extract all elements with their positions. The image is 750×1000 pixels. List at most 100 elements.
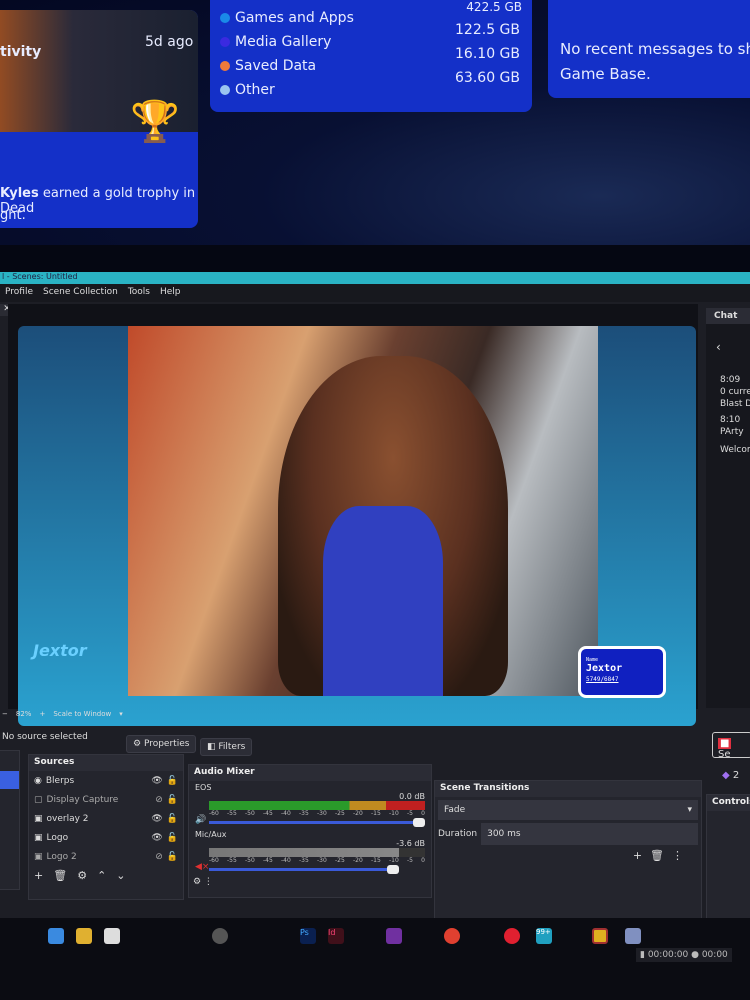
meter-tick-label: -45	[263, 857, 273, 864]
meter-tick-label: -15	[371, 857, 381, 864]
scenes-dock	[0, 750, 20, 890]
gear-icon[interactable]: ⚙	[77, 869, 87, 882]
meter-tick-label: -5	[407, 810, 413, 817]
meter-tick-label: 0	[421, 857, 425, 864]
viewer-count: ◆ 2	[722, 770, 740, 781]
source-item[interactable]: ◉ Blerps 👁 🔓	[29, 771, 183, 790]
chrome-icon[interactable]	[444, 928, 460, 944]
jextor-logo: Jextor	[33, 641, 87, 660]
menu-help[interactable]: Help	[160, 287, 181, 299]
storage-item: Saved Data	[220, 54, 354, 78]
meter-tick-label: 0	[421, 810, 425, 817]
stream-canvas: Jextor Name Jextor 5749/6847	[18, 326, 696, 726]
audio-mixer-dock: Audio Mixer EOS 0.0 dB -60 -55 -50 -45 -40 -3…	[188, 764, 432, 898]
storage-item: Other	[220, 78, 354, 102]
scene-item-selected[interactable]	[0, 771, 19, 789]
meter-tick-label: -50	[245, 857, 255, 864]
friend-name: Kyles	[0, 186, 39, 201]
move-down-icon[interactable]: ⌄	[116, 869, 125, 882]
source-item[interactable]: ▣ Logo 2 ⊘ 🔓	[29, 847, 183, 866]
menu-bar: Profile Scene Collection Tools Help	[0, 284, 750, 302]
lock-icon: 🔓	[166, 794, 178, 805]
activity-label: tivity	[0, 44, 42, 60]
zoom-in-button[interactable]: +	[39, 710, 45, 718]
chat-messages: 8:090 curreBlast D 8:10PArty Welcom	[720, 375, 750, 455]
source-item[interactable]: ▢ Display Capture ⊘ 🔓	[29, 790, 183, 809]
source-item[interactable]: ▣ overlay 2 👁 🔓	[29, 809, 183, 828]
preview-area[interactable]: Jextor Name Jextor 5749/6847	[8, 304, 698, 726]
sticky-notes-icon[interactable]	[592, 928, 608, 944]
meter-tick-label: -55	[227, 810, 237, 817]
webcam-feed	[128, 326, 598, 696]
messages-empty: No recent messages to show	[560, 40, 750, 58]
volume-slider[interactable]	[209, 865, 400, 874]
controls-title: Controls	[707, 795, 750, 811]
record-time: 00:00	[701, 950, 728, 960]
channel-db: -3.6 dB	[396, 839, 425, 848]
properties-button[interactable]: ⚙ Properties	[126, 735, 197, 753]
transition-buttons[interactable]: +🗑⋮	[435, 845, 701, 866]
window-title: l - Scenes: Untitled	[0, 272, 750, 284]
duration-label: Duration	[438, 829, 478, 839]
lock-icon: 🔓	[166, 832, 178, 843]
duration-input[interactable]: 300 ms	[481, 823, 698, 845]
storage-value: 122.5 GB	[455, 22, 520, 38]
meter-tick-label: -25	[335, 857, 345, 864]
onenote-icon[interactable]	[386, 928, 402, 944]
meter-tick-label: -40	[281, 810, 291, 817]
chat-panel: Chat ‹ 8:09 0 curre Blast D 8:10 PArty Welc…	[706, 308, 750, 708]
meter-tick-label: -5	[407, 857, 413, 864]
back-icon[interactable]: ‹	[706, 324, 750, 370]
meter-tick-label: -50	[245, 810, 255, 817]
eye-icon: 👁	[151, 832, 163, 843]
mixer-menu-icon[interactable]: ⚙ ⋮	[189, 871, 431, 893]
filters-button[interactable]: ◧ Filters	[200, 738, 253, 756]
move-up-icon[interactable]: ⌃	[97, 869, 106, 882]
storage-item: Games and Apps	[220, 6, 354, 30]
menu-tools[interactable]: Tools	[128, 287, 150, 299]
menu-scene-collection[interactable]: Scene Collection	[43, 287, 118, 299]
muted-speaker-icon[interactable]: ◀×	[195, 862, 209, 872]
meter-tick-label: -60	[209, 810, 219, 817]
meter-tick-label: -20	[353, 810, 363, 817]
teams-icon[interactable]: 99+	[536, 928, 552, 944]
storage-card[interactable]: 422.5 GB Games and Apps Media Gallery Sa…	[210, 0, 532, 112]
meter-tick-label: -30	[317, 810, 327, 817]
audio-mixer-title: Audio Mixer	[189, 765, 431, 781]
indesign-icon[interactable]: Id	[328, 928, 344, 944]
meter-tick-label: -35	[299, 810, 309, 817]
record-button[interactable]: ■ Se	[712, 732, 750, 760]
app-icon[interactable]	[104, 928, 120, 944]
ps5-screen: tivity 5d ago 🏆 Kyles earned a gold trop…	[0, 0, 750, 245]
meter-tick-label: -45	[263, 810, 273, 817]
eye-hidden-icon: ⊘	[155, 794, 163, 805]
photoshop-icon[interactable]: Ps	[300, 928, 316, 944]
zoom-out-button[interactable]: −	[2, 710, 8, 718]
obs-icon[interactable]	[212, 928, 228, 944]
scale-select[interactable]: Scale to Window	[53, 710, 111, 718]
messages-card[interactable]: No recent messages to show Game Base.	[548, 0, 750, 98]
meter-tick-label: -10	[389, 857, 399, 864]
youtube-music-icon[interactable]	[504, 928, 520, 944]
source-item[interactable]: ▣ Logo 👁 🔓	[29, 828, 183, 847]
mixer-channel-mic: Mic/Aux -3.6 dB -60 -55 -50 -45 -40 -35 -30 -25…	[195, 830, 425, 874]
activity-card[interactable]: tivity 5d ago 🏆 Kyles earned a gold trop…	[0, 10, 198, 228]
add-source-button[interactable]: +	[34, 869, 43, 882]
trophy-icon: 🏆	[130, 99, 180, 145]
meter-tick-label: -35	[299, 857, 309, 864]
eye-icon: 👁	[151, 813, 163, 824]
remove-source-icon[interactable]: 🗑	[53, 869, 67, 882]
calculator-icon[interactable]	[625, 928, 641, 944]
meter-tick-label: -25	[335, 810, 345, 817]
activity-time: 5d ago	[145, 34, 194, 50]
volume-meter	[209, 801, 425, 810]
menu-profile[interactable]: Profile	[5, 287, 33, 299]
storage-value: 16.10 GB	[455, 46, 520, 62]
meter-tick-label: -30	[317, 857, 327, 864]
meter-tick-label: -15	[371, 810, 381, 817]
chat-tab[interactable]: Chat	[706, 308, 750, 324]
file-explorer-icon[interactable]	[76, 928, 92, 944]
obs-window: l - Scenes: Untitled Profile Scene Colle…	[0, 272, 750, 934]
transition-select[interactable]: Fade ▾	[438, 800, 698, 820]
start-icon[interactable]	[48, 928, 64, 944]
